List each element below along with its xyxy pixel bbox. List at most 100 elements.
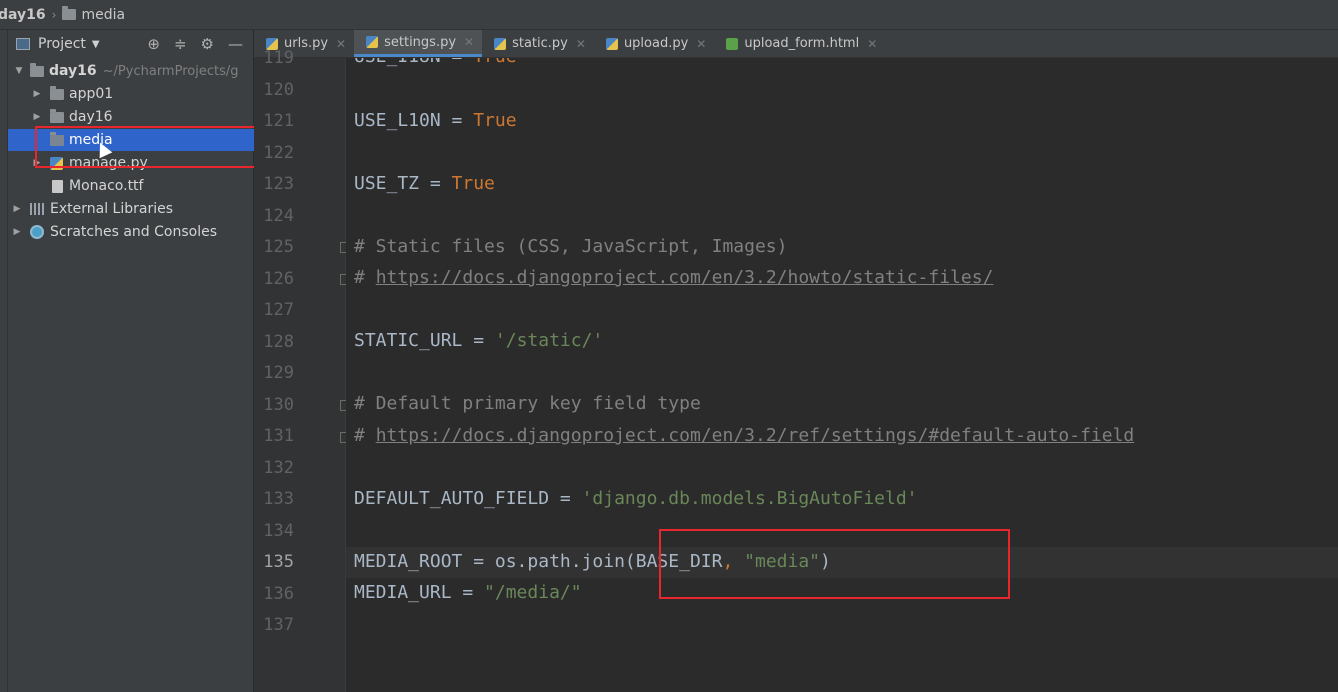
scratches-icon xyxy=(30,225,44,239)
code-keyword: True xyxy=(473,58,516,67)
line-number: 122 xyxy=(263,143,294,163)
code-line-123: USE_TZ = True xyxy=(354,173,495,194)
code-string: '/static/' xyxy=(494,330,604,351)
line-number: 134 xyxy=(263,521,294,541)
tab-upload-py[interactable]: upload.py ✕ xyxy=(594,30,714,57)
gear-icon[interactable]: ⚙ xyxy=(201,35,214,53)
breadcrumb-item-project[interactable]: day16 xyxy=(0,7,46,23)
tree-item-label: External Libraries xyxy=(50,201,173,217)
line-number-gutter: 119 120 121 122 123 124 125 126 127 128 … xyxy=(254,48,351,692)
close-icon[interactable]: ✕ xyxy=(464,35,474,49)
collapsed-arrow-icon[interactable]: ▶ xyxy=(30,89,44,99)
code-comment: # xyxy=(354,267,376,288)
hide-panel-icon[interactable]: — xyxy=(228,35,243,53)
tree-item-external-libraries[interactable]: ▶ External Libraries xyxy=(8,198,254,220)
code-comment: # xyxy=(354,425,376,446)
code-link[interactable]: https://docs.djangoproject.com/en/3.2/re… xyxy=(376,425,1135,446)
code-line-125: # Static files (CSS, JavaScript, Images) xyxy=(354,236,788,257)
breadcrumb-separator-icon: › xyxy=(51,7,57,22)
code-text: MEDIA_URL = xyxy=(354,582,485,603)
code-line-136: MEDIA_URL = "/media/" xyxy=(354,582,582,603)
code-line-133: DEFAULT_AUTO_FIELD = 'django.db.models.B… xyxy=(354,488,918,509)
line-number: 131 xyxy=(263,426,294,446)
line-number: 126 xyxy=(263,269,294,289)
collapsed-arrow-icon[interactable]: ▶ xyxy=(10,204,24,214)
folder-icon xyxy=(50,85,64,100)
folder-icon xyxy=(30,62,44,77)
line-number-current: 135 xyxy=(263,552,294,572)
code-string: "/media/" xyxy=(484,582,582,603)
tab-label: upload.py xyxy=(623,36,689,51)
line-number: 133 xyxy=(263,489,294,509)
tab-label: static.py xyxy=(512,36,568,51)
html-file-icon xyxy=(726,37,739,50)
highlight-box-media-folder xyxy=(35,126,260,168)
tab-label: upload_form.html xyxy=(744,36,860,51)
line-number: 130 xyxy=(263,395,294,415)
folder-icon xyxy=(50,108,64,123)
close-icon[interactable]: ✕ xyxy=(576,37,586,51)
line-number: 123 xyxy=(263,174,294,194)
folder-icon xyxy=(62,6,77,20)
code-line-119: USE_I18N = True xyxy=(354,58,517,67)
editor-tabs: urls.py ✕ settings.py ✕ static.py ✕ uplo… xyxy=(254,30,1338,58)
tree-item-path: ~/PycharmProjects/g xyxy=(102,63,239,79)
breadcrumb-media-label: media xyxy=(81,6,126,23)
collapse-all-icon[interactable]: ≑ xyxy=(174,35,187,53)
project-panel-header: Project ▼ ⊕ ≑ ⚙ — xyxy=(8,30,253,58)
tab-label: settings.py xyxy=(384,34,457,50)
close-icon[interactable]: ✕ xyxy=(867,37,877,51)
highlight-box-join-args xyxy=(659,529,1010,599)
locate-file-icon[interactable]: ⊕ xyxy=(147,35,160,53)
line-number: 127 xyxy=(263,300,294,320)
tree-item-monaco-ttf[interactable]: Monaco.ttf xyxy=(8,175,254,197)
tree-item-scratches[interactable]: ▶ Scratches and Consoles xyxy=(8,221,254,243)
close-icon[interactable]: ✕ xyxy=(696,37,706,51)
project-view-selector[interactable]: Project xyxy=(38,36,86,52)
code-line-131: # https://docs.djangoproject.com/en/3.2/… xyxy=(354,425,1134,446)
code-text: USE_L10N = xyxy=(354,110,474,131)
line-number: 124 xyxy=(263,206,294,226)
line-number: 132 xyxy=(263,458,294,478)
tab-settings-py[interactable]: settings.py ✕ xyxy=(354,30,483,57)
code-text: USE_TZ = xyxy=(354,173,452,194)
tab-static-py[interactable]: static.py ✕ xyxy=(482,30,594,57)
line-number: 137 xyxy=(263,615,294,635)
python-file-icon xyxy=(494,37,507,50)
line-number: 136 xyxy=(263,584,294,604)
tree-item-day16-root[interactable]: ▼ day16 ~/PycharmProjects/g xyxy=(8,60,254,82)
tree-item-label: app01 xyxy=(69,86,114,102)
code-text: USE_I18N = xyxy=(354,58,473,67)
tree-item-day16[interactable]: ▶ day16 xyxy=(8,106,254,128)
breadcrumb-item-media[interactable]: media xyxy=(62,6,126,23)
chevron-down-icon[interactable]: ▼ xyxy=(92,39,100,50)
code-keyword: True xyxy=(451,173,495,194)
line-number: 128 xyxy=(263,332,294,352)
tree-item-label: day16 xyxy=(49,63,97,79)
line-number: 129 xyxy=(263,363,294,383)
tree-item-label: Monaco.ttf xyxy=(69,178,144,194)
python-file-icon xyxy=(605,37,618,50)
python-file-icon xyxy=(366,36,379,48)
breadcrumb: day16 › media xyxy=(0,0,1338,30)
left-tool-strip xyxy=(0,30,8,692)
expanded-arrow-icon[interactable]: ▼ xyxy=(12,66,26,76)
code-string: 'django.db.models.BigAutoField' xyxy=(581,488,918,509)
collapsed-arrow-icon[interactable]: ▶ xyxy=(30,112,44,122)
code-text: STATIC_URL = xyxy=(354,330,495,351)
collapsed-arrow-icon[interactable]: ▶ xyxy=(10,227,24,237)
code-link[interactable]: https://docs.djangoproject.com/en/3.2/ho… xyxy=(376,267,994,288)
tree-item-app01[interactable]: ▶ app01 xyxy=(8,83,254,105)
font-file-icon xyxy=(52,179,63,193)
code-line-126: # https://docs.djangoproject.com/en/3.2/… xyxy=(354,267,993,288)
tree-item-label: Scratches and Consoles xyxy=(50,224,217,240)
line-number: 119 xyxy=(263,48,294,68)
project-icon xyxy=(16,38,30,50)
library-icon xyxy=(30,203,44,215)
code-text: DEFAULT_AUTO_FIELD = xyxy=(354,488,582,509)
line-number: 121 xyxy=(263,111,294,131)
close-icon[interactable]: ✕ xyxy=(336,37,346,51)
tab-upload-form-html[interactable]: upload_form.html ✕ xyxy=(714,30,885,57)
code-keyword: True xyxy=(473,110,517,131)
code-line-121: USE_L10N = True xyxy=(354,110,517,131)
